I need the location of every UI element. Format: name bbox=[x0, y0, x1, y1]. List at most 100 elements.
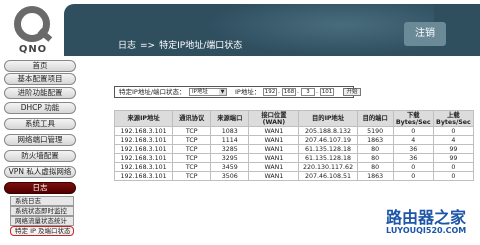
col-wan-interface: 接口位置(WAN) bbox=[248, 110, 300, 127]
page-title: 日志 => 特定IP地址/端口状态 bbox=[118, 38, 242, 51]
qno-logo: QNO bbox=[6, 4, 58, 58]
col-protocol: 通讯协议 bbox=[172, 110, 212, 127]
cell-source-port: 3459 bbox=[210, 162, 250, 172]
cell-wan: WAN1 bbox=[248, 144, 300, 154]
table-row: 192.168.3.101 TCP 3285 WAN1 61.135.128.1… bbox=[113, 144, 475, 154]
cell-wan: WAN1 bbox=[248, 126, 300, 136]
col-upload: 上载 Bytes/Sec bbox=[432, 110, 475, 127]
chevron-down-icon[interactable]: ▼ bbox=[219, 89, 226, 95]
filter-type-value: IP地址 bbox=[192, 89, 208, 95]
connection-table: 来源IP地址 通讯协议 来源端口 接口位置(WAN) 目的IP地址 目的端口 下… bbox=[113, 110, 475, 181]
cell-wan: WAN1 bbox=[248, 171, 300, 181]
filter-type-select[interactable]: IP地址 ▼ bbox=[189, 88, 227, 96]
cell-dest-port: 80 bbox=[356, 144, 394, 154]
ip-dot: . bbox=[297, 88, 299, 95]
breadcrumb-separator: => bbox=[140, 41, 156, 51]
sidebar-item-port-management[interactable]: 网络端口管理 bbox=[4, 134, 76, 146]
watermark: 路由器之家 LUYOUQI520.COM bbox=[386, 204, 480, 244]
table-row: 192.168.3.101 TCP 3295 WAN1 61.135.128.1… bbox=[113, 153, 475, 163]
cell-protocol: TCP bbox=[172, 162, 212, 172]
cell-download: 4 bbox=[392, 135, 434, 145]
sidebar-item-log[interactable]: 日志 bbox=[4, 182, 76, 194]
cell-wan: WAN1 bbox=[248, 153, 300, 163]
table-row: 192.168.3.101 TCP 1083 WAN1 205.188.8.13… bbox=[113, 126, 475, 136]
cell-upload: 99 bbox=[432, 144, 475, 154]
table-row: 192.168.3.101 TCP 1114 WAN1 207.46.107.1… bbox=[113, 135, 475, 145]
sidebar-subitem-traffic-stats[interactable]: 网络流量状态统计 bbox=[10, 216, 74, 226]
ip-octet-2-input[interactable]: 168 bbox=[282, 88, 296, 96]
cell-source-ip: 192.168.3.101 bbox=[113, 171, 174, 181]
cell-protocol: TCP bbox=[172, 135, 212, 145]
cell-download: 36 bbox=[392, 153, 434, 163]
sidebar: 首页 基本配置项目 进阶功能配置 DHCP 功能 系统工具 网络端口管理 防火墙… bbox=[4, 60, 76, 242]
cell-upload: 99 bbox=[432, 153, 475, 163]
ip-octet-3-input[interactable]: 3 bbox=[301, 88, 315, 96]
sidebar-subitem-ip-port-status[interactable]: 特定 IP 及端口状态 bbox=[10, 226, 74, 236]
col-source-port: 来源端口 bbox=[210, 110, 250, 127]
table-row: 192.168.3.101 TCP 3506 WAN1 207.46.108.5… bbox=[113, 171, 475, 181]
logo-text: QNO bbox=[18, 44, 48, 55]
sidebar-item-system-tools[interactable]: 系统工具 bbox=[4, 118, 76, 130]
cell-dest-ip: 61.135.128.18 bbox=[298, 153, 358, 163]
cell-source-port: 3295 bbox=[210, 153, 250, 163]
sidebar-item-dhcp[interactable]: DHCP 功能 bbox=[4, 102, 76, 114]
breadcrumb-page: 特定IP地址/端口状态 bbox=[159, 41, 243, 51]
cell-protocol: TCP bbox=[172, 144, 212, 154]
cell-dest-ip: 220.130.117.62 bbox=[298, 162, 358, 172]
header: QNO 日志 => 特定IP地址/端口状态 注销 bbox=[0, 0, 480, 62]
ip-dot: . bbox=[316, 88, 318, 95]
cell-dest-port: 1863 bbox=[356, 135, 394, 145]
col-source-ip: 来源IP地址 bbox=[113, 110, 174, 127]
cell-source-ip: 192.168.3.101 bbox=[113, 162, 174, 172]
cell-dest-ip: 205.188.8.132 bbox=[298, 126, 358, 136]
cell-protocol: TCP bbox=[172, 171, 212, 181]
ip-octet-4-input[interactable]: 101 bbox=[320, 88, 334, 96]
cell-protocol: TCP bbox=[172, 126, 212, 136]
sidebar-item-firewall[interactable]: 防火墙配置 bbox=[4, 150, 76, 162]
cell-source-ip: 192.168.3.101 bbox=[113, 135, 174, 145]
cell-source-port: 3285 bbox=[210, 144, 250, 154]
cell-dest-port: 80 bbox=[356, 153, 394, 163]
cell-upload: 4 bbox=[432, 135, 475, 145]
breadcrumb-section: 日志 bbox=[118, 41, 137, 51]
sidebar-item-vpn[interactable]: VPN 私人虚拟网络 bbox=[4, 166, 76, 178]
sidebar-item-advanced-config[interactable]: 进阶功能配置 bbox=[4, 87, 76, 99]
ip-octet-1-input[interactable]: 192 bbox=[263, 88, 277, 96]
sidebar-item-basic-config[interactable]: 基本配置项目 bbox=[4, 73, 76, 85]
start-button[interactable]: 开始 bbox=[343, 88, 361, 96]
logout-button[interactable]: 注销 bbox=[404, 22, 446, 46]
cell-upload: 0 bbox=[432, 126, 475, 136]
cell-download: 0 bbox=[392, 162, 434, 172]
filter-bar: 特定IP地址/端口状态： IP地址 ▼ IP地址： 192 . 168 . 3 … bbox=[114, 86, 361, 98]
table-row: 192.168.3.101 TCP 3459 WAN1 220.130.117.… bbox=[113, 162, 475, 172]
cell-dest-ip: 207.46.108.51 bbox=[298, 171, 358, 181]
cell-wan: WAN1 bbox=[248, 162, 300, 172]
cell-source-ip: 192.168.3.101 bbox=[113, 144, 174, 154]
cell-dest-port: 80 bbox=[356, 162, 394, 172]
filter-label: 特定IP地址/端口状态： bbox=[119, 88, 186, 96]
cell-source-port: 1083 bbox=[210, 126, 250, 136]
col-dest-ip: 目的IP地址 bbox=[298, 110, 358, 127]
cell-upload: 0 bbox=[432, 162, 475, 172]
sidebar-subitem-system-log[interactable]: 系统日志 bbox=[10, 196, 74, 206]
cell-download: 0 bbox=[392, 126, 434, 136]
cell-dest-port: 5190 bbox=[356, 126, 394, 136]
watermark-url: LUYOUQI520.COM bbox=[386, 226, 467, 235]
sidebar-item-home[interactable]: 首页 bbox=[4, 60, 76, 72]
col-dest-port: 目的端口 bbox=[356, 110, 394, 127]
cell-download: 36 bbox=[392, 144, 434, 154]
ip-dot: . bbox=[278, 88, 280, 95]
cell-source-ip: 192.168.3.101 bbox=[113, 126, 174, 136]
watermark-name: 路由器之家 bbox=[386, 208, 467, 227]
cell-download: 0 bbox=[392, 171, 434, 181]
col-download: 下载 Bytes/Sec bbox=[392, 110, 434, 127]
cell-source-port: 1114 bbox=[210, 135, 250, 145]
cell-protocol: TCP bbox=[172, 153, 212, 163]
cell-upload: 0 bbox=[432, 171, 475, 181]
sidebar-subitem-realtime-monitor[interactable]: 系统状态即时监控 bbox=[10, 206, 74, 216]
cell-dest-port: 1863 bbox=[356, 171, 394, 181]
cell-dest-ip: 61.135.128.18 bbox=[298, 144, 358, 154]
cell-source-ip: 192.168.3.101 bbox=[113, 153, 174, 163]
cell-wan: WAN1 bbox=[248, 135, 300, 145]
cell-dest-ip: 207.46.107.19 bbox=[298, 135, 358, 145]
